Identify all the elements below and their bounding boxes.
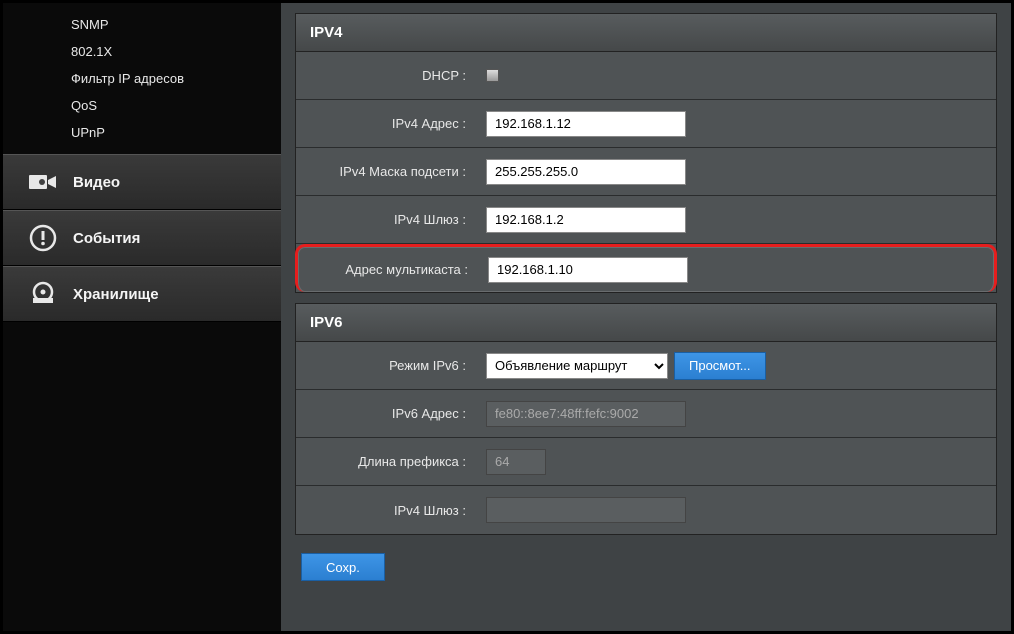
row-ipv6-prefix: Длина префикса : — [296, 438, 996, 486]
sidebar-sub-ipfilter[interactable]: Фильтр IP адресов — [3, 65, 281, 92]
row-ipv6-gw: IPv4 Шлюз : — [296, 486, 996, 534]
ipv4-title: IPV4 — [296, 14, 996, 52]
ipv4-mask-input[interactable] — [486, 159, 686, 185]
row-ipv6-mode: Режим IPv6 : Объявление маршрут Просмот.… — [296, 342, 996, 390]
multicast-input[interactable] — [488, 257, 688, 283]
ipv6-prefix-input — [486, 449, 546, 475]
ipv6-mode-label: Режим IPv6 : — [296, 358, 476, 373]
ipv6-prefix-label: Длина префикса : — [296, 454, 476, 469]
sidebar-sub-upnp[interactable]: UPnP — [3, 119, 281, 146]
ipv6-title: IPV6 — [296, 304, 996, 342]
sidebar-item-label: Видео — [73, 174, 120, 191]
sidebar-item-storage[interactable]: Хранилище — [3, 266, 281, 322]
sidebar-sub-8021x[interactable]: 802.1X — [3, 38, 281, 65]
ipv6-addr-input — [486, 401, 686, 427]
save-button[interactable]: Сохр. — [301, 553, 385, 581]
sidebar-item-events[interactable]: События — [3, 210, 281, 266]
ipv4-mask-label: IPv4 Маска подсети : — [296, 164, 476, 179]
sidebar: SNMP 802.1X Фильтр IP адресов QoS UPnP В… — [3, 3, 281, 631]
content-area: IPV4 DHCP : IPv4 Адрес : IPv4 Маска подс… — [281, 3, 1011, 631]
row-ipv4-gw: IPv4 Шлюз : — [296, 196, 996, 244]
multicast-label: Адрес мультикаста : — [298, 262, 478, 277]
ipv4-addr-label: IPv4 Адрес : — [296, 116, 476, 131]
dhcp-checkbox[interactable] — [486, 69, 499, 82]
ipv4-gw-label: IPv4 Шлюз : — [296, 212, 476, 227]
sidebar-sub-list: SNMP 802.1X Фильтр IP адресов QoS UPnP — [3, 3, 281, 154]
row-ipv4-mask: IPv4 Маска подсети : — [296, 148, 996, 196]
ipv6-mode-select[interactable]: Объявление маршрут — [486, 353, 668, 379]
ipv4-addr-input[interactable] — [486, 111, 686, 137]
sidebar-item-video[interactable]: Видео — [3, 154, 281, 210]
ipv4-panel: IPV4 DHCP : IPv4 Адрес : IPv4 Маска подс… — [295, 13, 997, 293]
row-dhcp: DHCP : — [296, 52, 996, 100]
action-bar: Сохр. — [295, 553, 997, 591]
row-ipv6-addr: IPv6 Адрес : — [296, 390, 996, 438]
dhcp-label: DHCP : — [296, 68, 476, 83]
row-multicast: Адрес мультикаста : — [295, 244, 997, 292]
sidebar-sub-qos[interactable]: QoS — [3, 92, 281, 119]
ipv6-gw-input — [486, 497, 686, 523]
sidebar-item-label: Хранилище — [73, 286, 159, 303]
ipv6-view-button[interactable]: Просмот... — [674, 352, 766, 380]
sidebar-item-label: События — [73, 230, 140, 247]
disk-icon — [27, 281, 59, 307]
ipv4-gw-input[interactable] — [486, 207, 686, 233]
camera-icon — [27, 169, 59, 195]
ipv6-gw-label: IPv4 Шлюз : — [296, 503, 476, 518]
alert-icon — [27, 225, 59, 251]
sidebar-sub-snmp[interactable]: SNMP — [3, 11, 281, 38]
row-ipv4-addr: IPv4 Адрес : — [296, 100, 996, 148]
ipv6-panel: IPV6 Режим IPv6 : Объявление маршрут Про… — [295, 303, 997, 535]
ipv6-addr-label: IPv6 Адрес : — [296, 406, 476, 421]
